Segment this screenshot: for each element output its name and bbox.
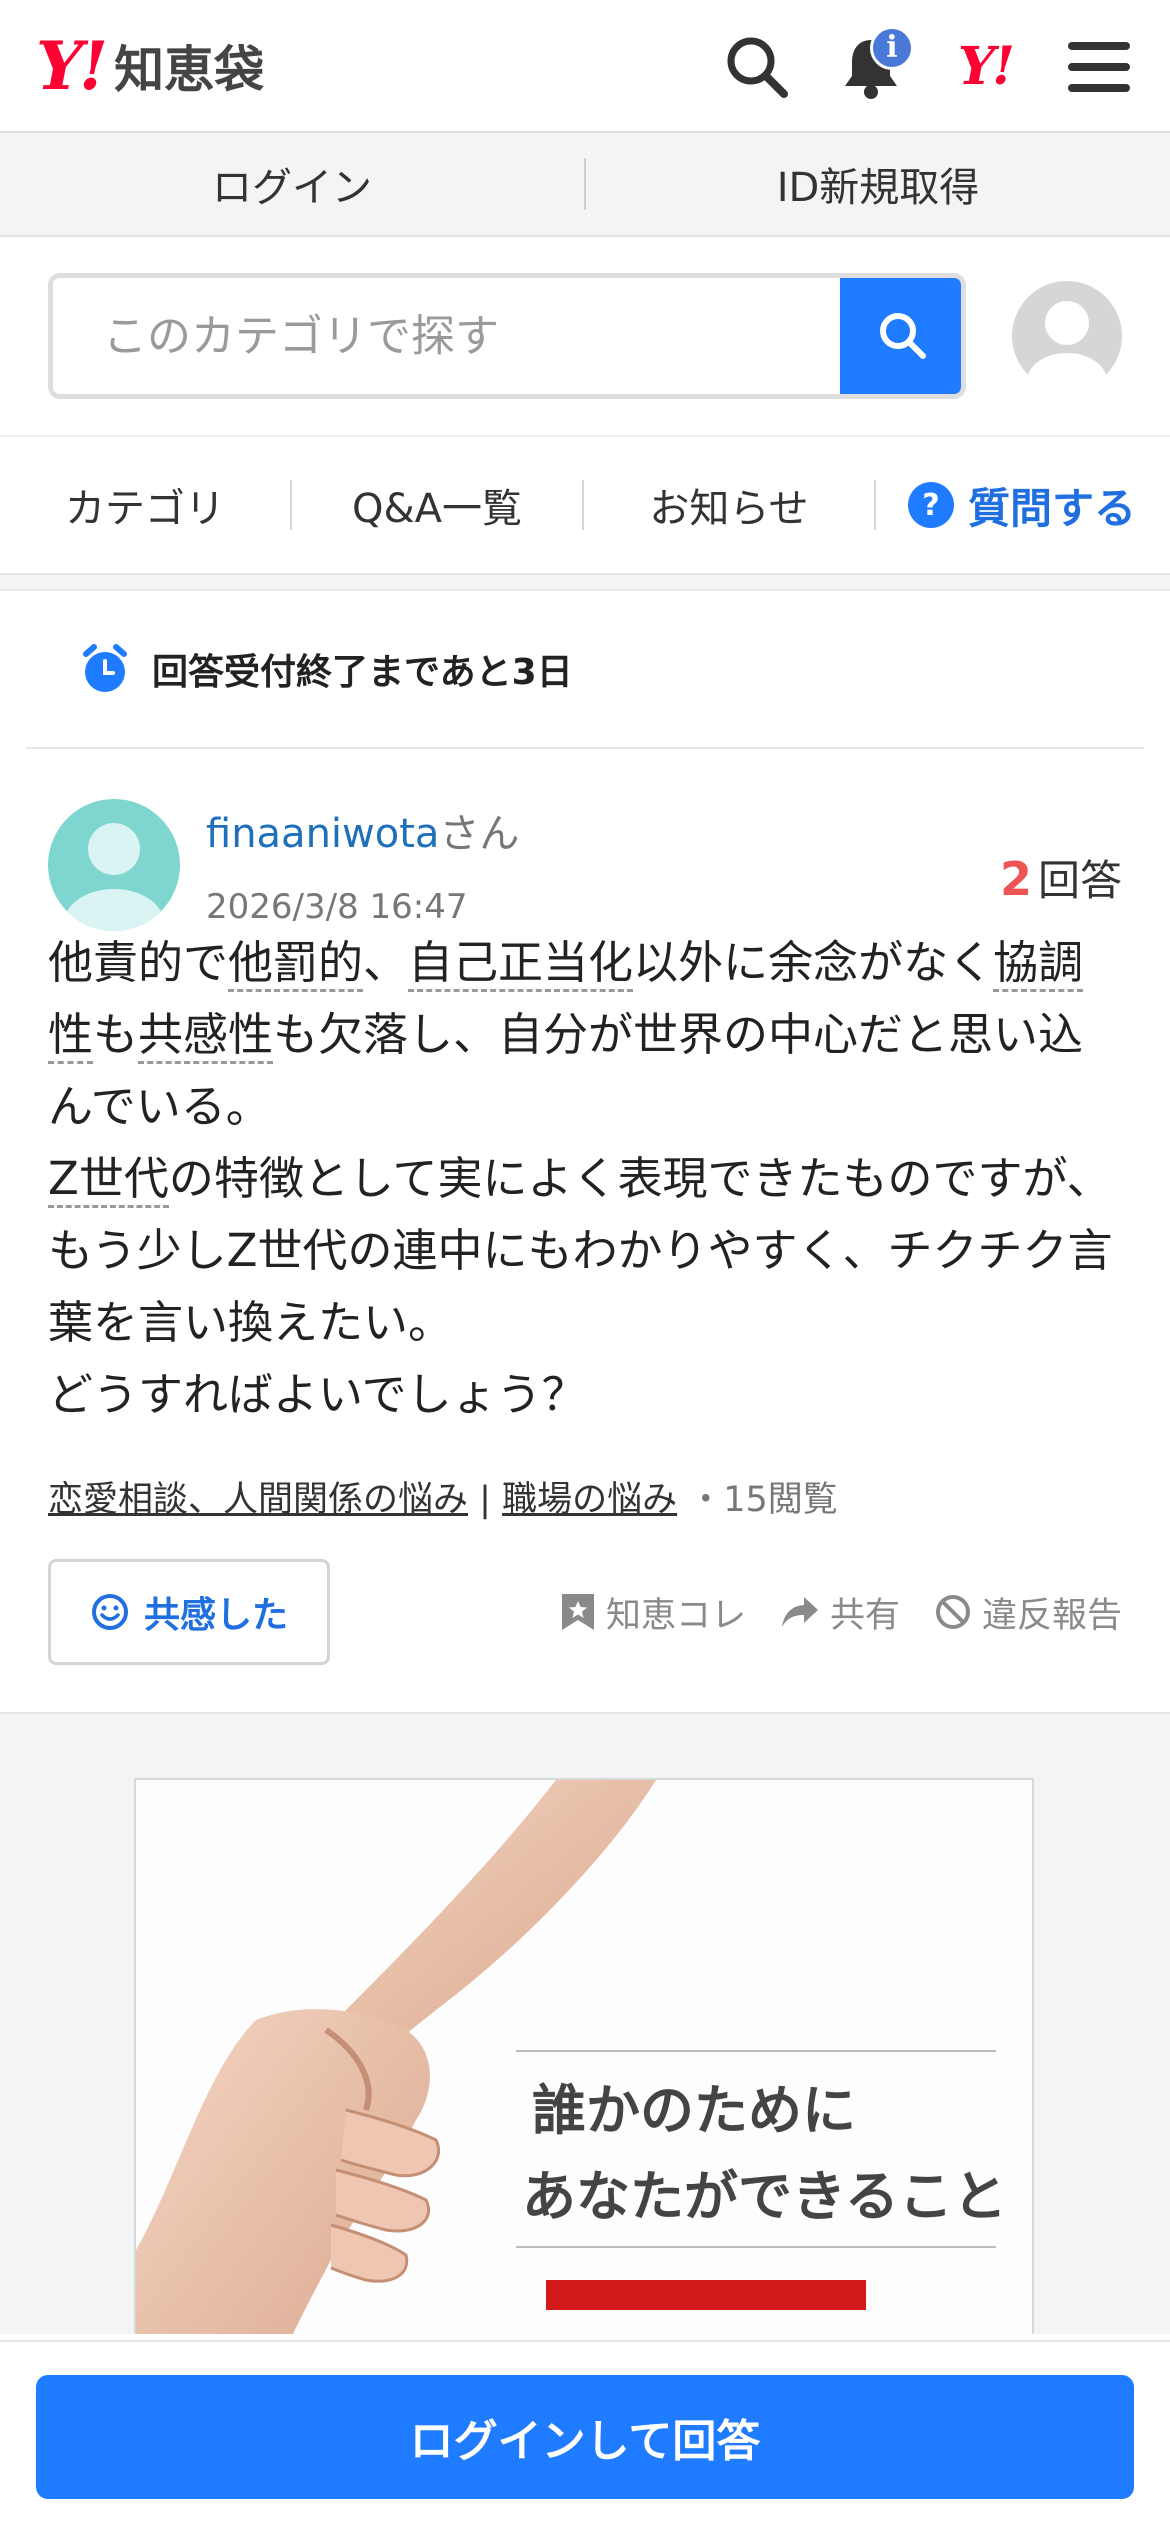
- body-text: も: [93, 1008, 139, 1061]
- question-header: finaaniwotaさん 2026/3/8 16:47 2 回答: [0, 749, 1170, 931]
- user-avatar-icon[interactable]: [1012, 281, 1122, 391]
- share-button[interactable]: 共有: [780, 1587, 900, 1638]
- nav-qa-list[interactable]: Q&A一覧: [292, 476, 582, 534]
- report-label: 違反報告: [981, 1595, 1122, 1636]
- question-date: 2026/3/8 16:47: [206, 887, 468, 927]
- ad-banner[interactable]: [134, 1778, 1034, 2334]
- register-link[interactable]: ID新規取得: [586, 155, 1170, 213]
- search-input[interactable]: [53, 278, 840, 394]
- ad-banner-area: 誰かのために あなたができること: [0, 1714, 1170, 2334]
- category-link[interactable]: 職場の悩み: [502, 1480, 677, 1520]
- questioner-name: finaaniwotaさん: [206, 801, 519, 859]
- deadline-notice: 回答受付終了まであと3日: [26, 591, 1144, 749]
- handshake-illustration: [136, 1780, 656, 2334]
- section-gap: [0, 575, 1170, 591]
- nav-notices[interactable]: お知らせ: [584, 476, 874, 534]
- ad-rule: [516, 2050, 996, 2052]
- notification-badge: i: [870, 25, 914, 70]
- yahoo-mini-logo: Y!: [958, 36, 1015, 97]
- notification-bell-icon[interactable]: i: [836, 25, 914, 102]
- nav-divider: [874, 480, 876, 530]
- ask-label: 質問する: [968, 483, 1137, 533]
- logo-text: 知恵袋: [114, 40, 265, 99]
- share-label: 共有: [829, 1595, 900, 1636]
- questioner-link[interactable]: finaaniwota: [206, 811, 439, 857]
- keyword-link[interactable]: 他罰的: [228, 936, 364, 992]
- chiebukuro-logo[interactable]: Y! 知恵袋: [36, 27, 264, 105]
- deadline-text: 回答受付終了まであと3日: [152, 652, 573, 693]
- empathy-label: 共感した: [143, 1595, 288, 1636]
- category-search-box: [48, 273, 966, 399]
- question-categories: 恋愛相談、人間関係の悩み | 職場の悩み ・15閲覧: [0, 1471, 1170, 1522]
- yahoo-top-link[interactable]: Y!: [950, 32, 1020, 102]
- name-suffix: さん: [439, 811, 520, 857]
- empathy-button[interactable]: 共感した: [48, 1559, 330, 1665]
- keyword-link[interactable]: 共感性: [138, 1008, 274, 1064]
- keyword-link[interactable]: 自己正当化: [408, 936, 634, 992]
- search-row: [0, 237, 1170, 437]
- share-arrow-icon: [781, 1597, 818, 1627]
- question-body: 他責的で他罰的、自己正当化以外に余念がなく協調性も共感性も欠落し、自分が世界の中…: [0, 927, 1170, 1431]
- prohibited-icon: [935, 1595, 970, 1629]
- answer-count-number: 2: [999, 852, 1032, 906]
- category-link[interactable]: 恋愛相談、人間関係の悩み: [48, 1480, 468, 1520]
- body-text: どうすればよいでしょう？: [48, 1368, 587, 1421]
- category-separator: |: [479, 1480, 491, 1520]
- view-count: ・15閲覧: [688, 1480, 838, 1520]
- smile-icon: [91, 1594, 128, 1630]
- login-to-answer-button[interactable]: ログインして回答: [36, 2375, 1134, 2499]
- nav-category[interactable]: カテゴリ: [0, 476, 290, 534]
- save-label: 知恵コレ: [605, 1595, 746, 1636]
- report-button[interactable]: 違反報告: [934, 1587, 1122, 1638]
- search-icon[interactable]: [722, 32, 792, 102]
- body-text: の特徴として実によく表現できたものですが、もう少しZ世代の連中にもわかりやすく、…: [48, 1152, 1113, 1349]
- ad-headline-1: 誰かのために: [532, 2078, 856, 2142]
- yahoo-logo-mark: Y!: [36, 26, 108, 105]
- keyword-link[interactable]: Z世代: [48, 1152, 169, 1208]
- answer-count[interactable]: 2 回答: [1000, 847, 1122, 908]
- alarm-clock-icon: [83, 644, 127, 692]
- app-header: Y! 知恵袋 i Y!: [0, 0, 1170, 133]
- answer-count-label: 回答: [1037, 856, 1122, 905]
- menu-icon[interactable]: [1064, 32, 1134, 102]
- body-text: 以外に余念がなく: [633, 936, 994, 989]
- question-actions: 共感した 知恵コレ 共有 違反報告: [0, 1558, 1170, 1666]
- save-collection-button[interactable]: 知恵コレ: [560, 1587, 746, 1638]
- search-button[interactable]: [840, 278, 961, 394]
- body-text: 他責的で: [48, 936, 229, 989]
- auth-bar: ログイン ID新規取得: [0, 133, 1170, 237]
- login-link[interactable]: ログイン: [0, 155, 584, 213]
- bookmark-star-icon: [561, 1594, 594, 1630]
- questioner-avatar[interactable]: [48, 799, 180, 931]
- body-text: 、: [363, 936, 409, 989]
- search-icon: [880, 313, 926, 359]
- ad-rule: [516, 2246, 996, 2248]
- ask-question-button[interactable]: ? 質問する: [908, 475, 1136, 536]
- bottom-cta-bar: ログインして回答: [0, 2340, 1170, 2532]
- ad-headline-2: あなたができること: [522, 2164, 1007, 2228]
- category-nav: カテゴリ Q&A一覧 お知らせ ? 質問する: [0, 437, 1170, 575]
- question-mark-icon: ?: [908, 482, 954, 528]
- ad-red-heading: [546, 2280, 866, 2310]
